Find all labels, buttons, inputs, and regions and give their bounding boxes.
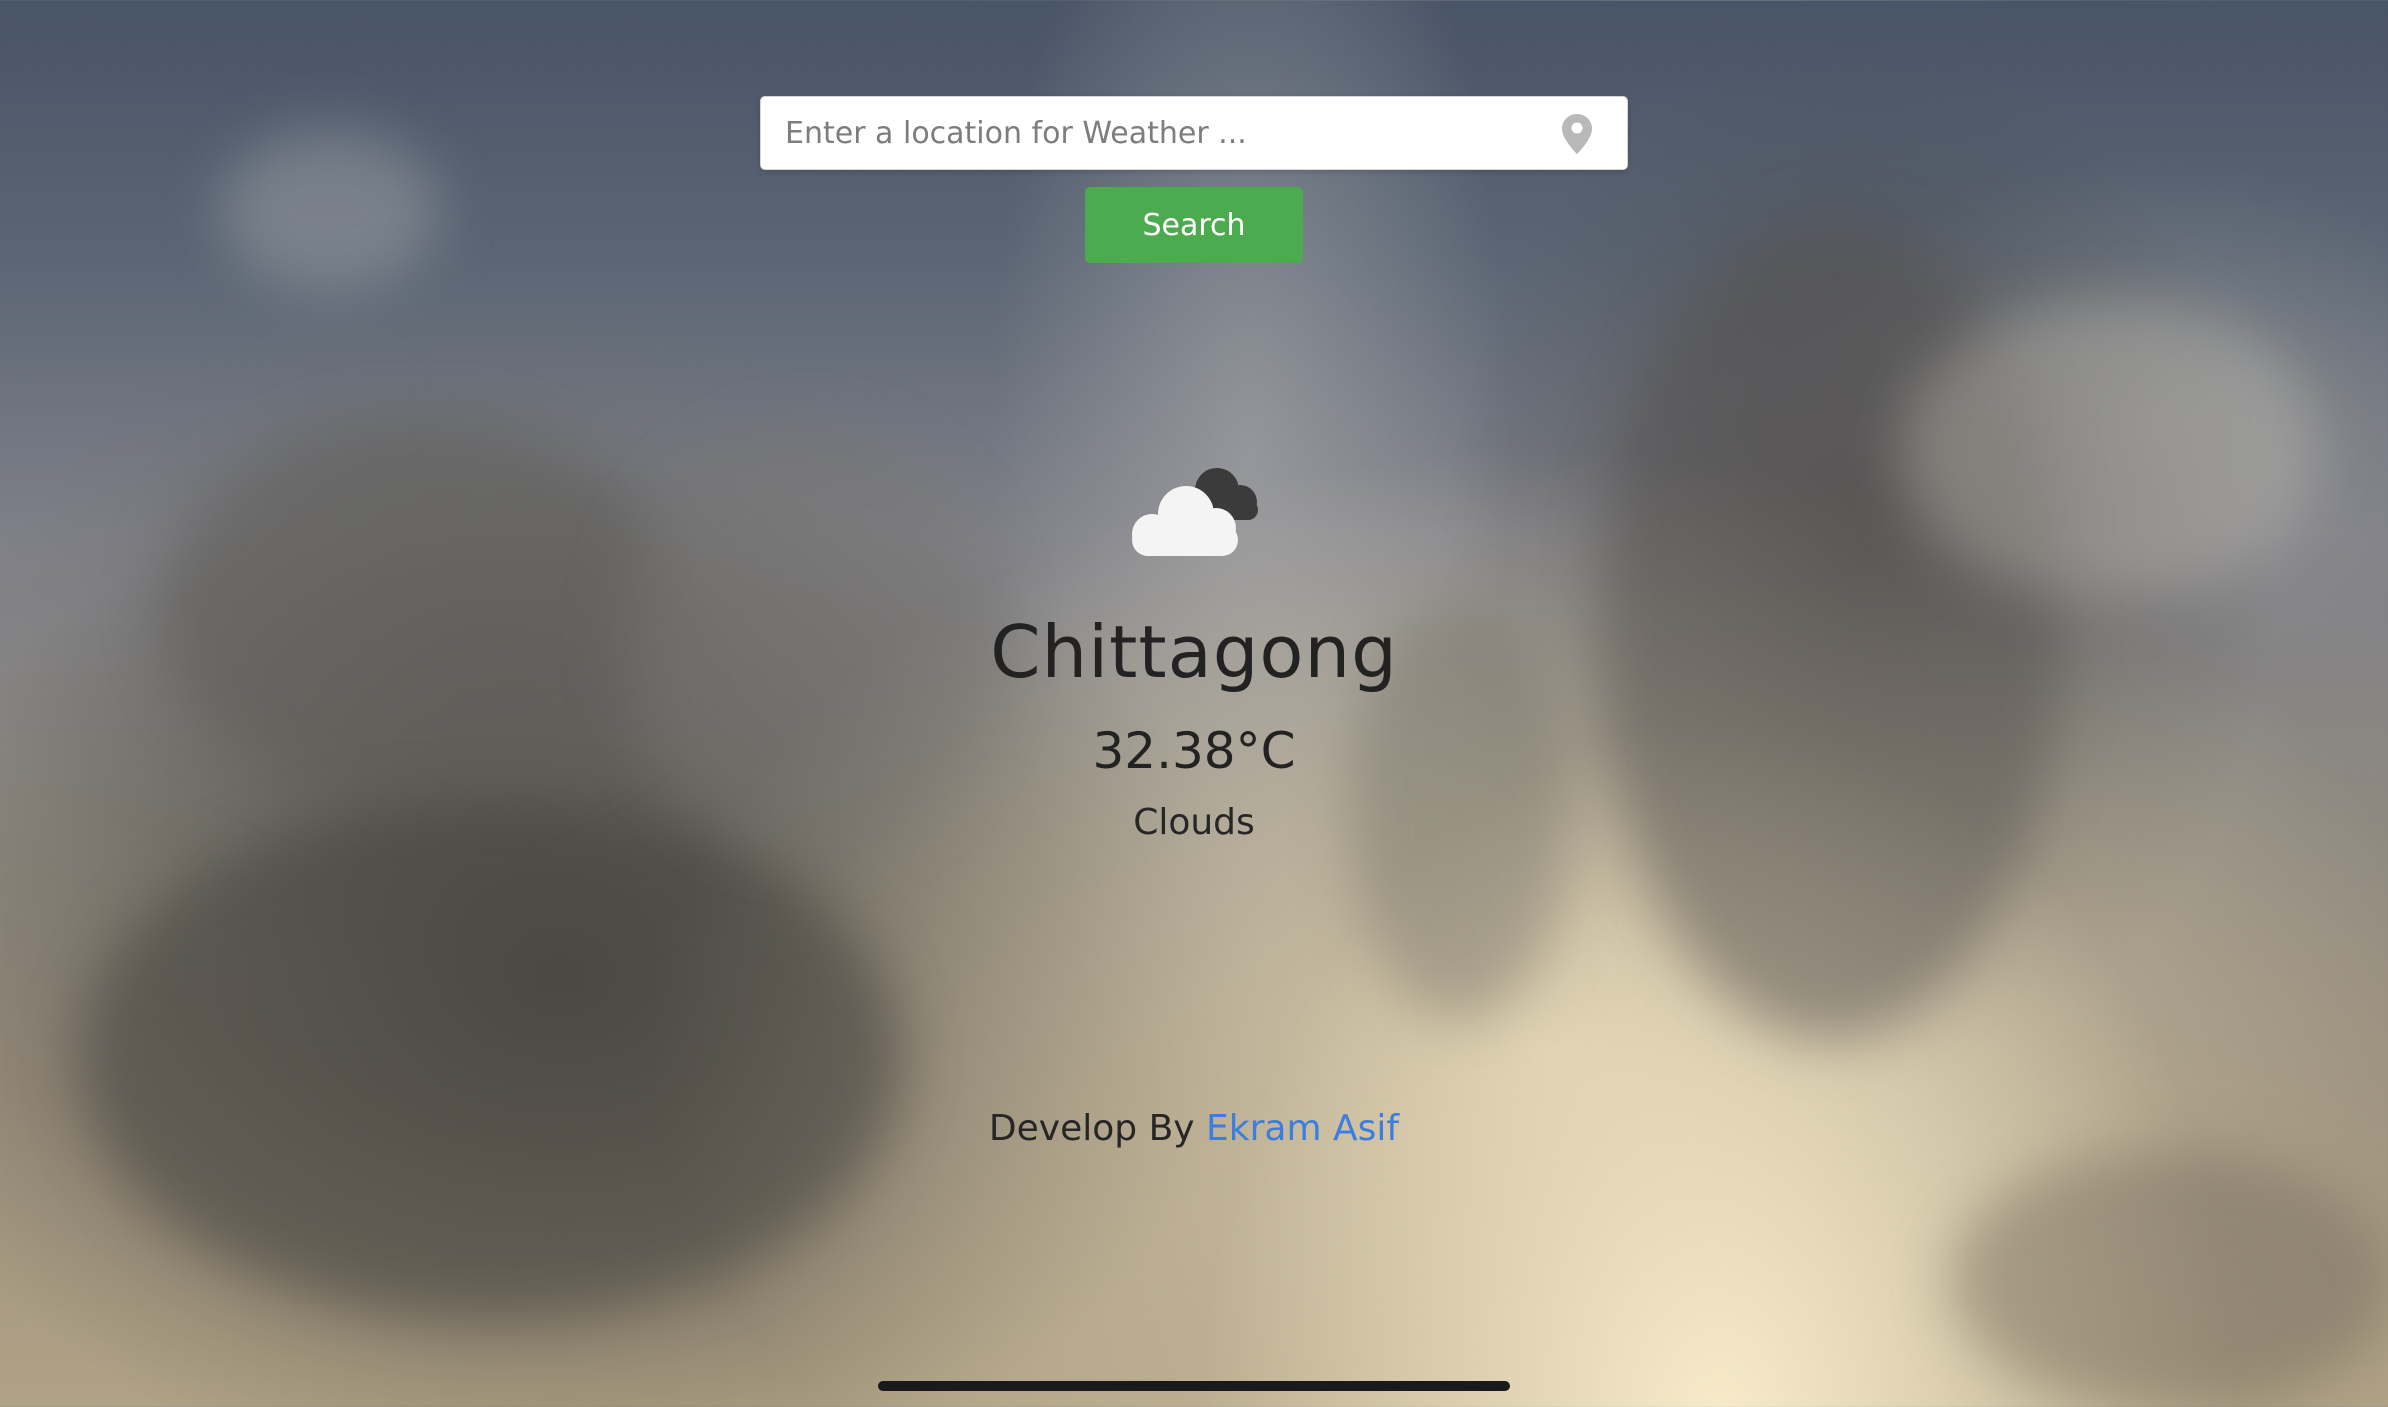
- city-name: Chittagong: [990, 610, 1398, 694]
- author-link[interactable]: Ekram Asif: [1206, 1108, 1399, 1149]
- developer-credit: Develop By Ekram Asif: [0, 1108, 2388, 1149]
- map-pin-icon[interactable]: [1561, 113, 1593, 155]
- temperature: 32.38°C: [1092, 722, 1296, 780]
- background-cloud: [1900, 300, 2320, 600]
- weather-condition: Clouds: [1133, 802, 1255, 843]
- background-cloud: [80, 800, 900, 1320]
- credit-prefix: Develop By: [988, 1108, 1195, 1149]
- location-search-input[interactable]: [761, 97, 1551, 169]
- search-box: [760, 96, 1628, 170]
- search-button[interactable]: Search: [1085, 187, 1303, 263]
- background-cloud: [1950, 1150, 2388, 1407]
- clouds-icon: [1132, 468, 1258, 556]
- home-indicator[interactable]: [878, 1381, 1510, 1391]
- background-cloud: [220, 130, 440, 290]
